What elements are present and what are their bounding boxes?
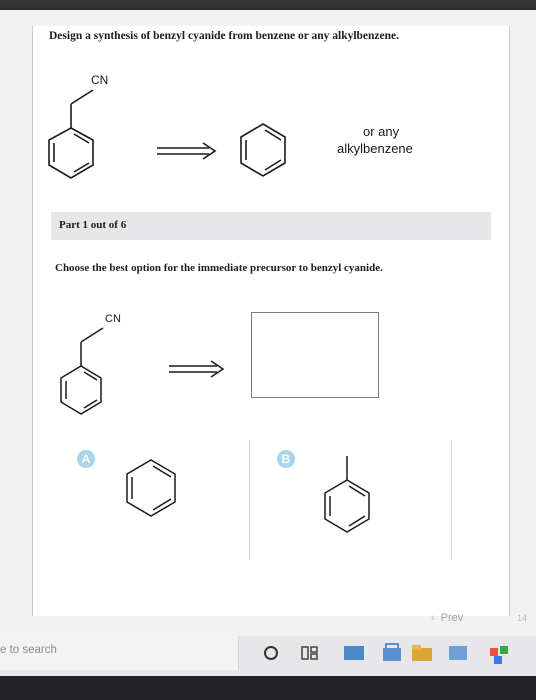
screen: Design a synthesis of benzyl cyanide fro…: [0, 10, 536, 640]
benzyl-cyanide-ring-2: [60, 365, 102, 415]
benzene-ring: [240, 123, 286, 177]
prev-link[interactable]: ‹ Prev: [431, 612, 463, 624]
taskbar-search[interactable]: e to search: [0, 636, 239, 670]
bezel-bottom: [0, 676, 536, 700]
question-panel: Design a synthesis of benzyl cyanide fro…: [32, 26, 527, 624]
alkylbenzene-label: alkylbenzene: [337, 141, 413, 156]
benzyl-cyanide-ring: [48, 127, 94, 179]
option-divider: [249, 440, 250, 560]
store-icon[interactable]: [380, 642, 404, 664]
or-any-label: or any: [363, 124, 400, 139]
question-text: Design a synthesis of benzyl cyanide fro…: [49, 30, 400, 42]
mail-icon[interactable]: [446, 642, 470, 664]
app-icon-1[interactable]: [342, 642, 366, 664]
app-icon-color[interactable]: [486, 642, 516, 668]
task-view-icon[interactable]: [300, 642, 320, 664]
part-bar: Part 1 out of 6: [51, 212, 491, 240]
option-divider-right: [451, 440, 452, 560]
chevron-left-icon: ‹: [431, 612, 435, 624]
page-number: 14: [517, 613, 528, 623]
cn-label-top: CN: [91, 73, 108, 87]
prev-label: Prev: [440, 612, 464, 624]
option-b-toluene[interactable]: [309, 442, 389, 552]
target-synthesis-diagram: CN or any alkylbenzene: [48, 73, 413, 179]
part-label: Part 1 out of 6: [59, 219, 127, 231]
taskbar: e to search: [0, 636, 536, 676]
search-placeholder: e to search: [0, 644, 57, 656]
option-a-benzene[interactable]: [113, 446, 193, 526]
cortana-icon[interactable]: [262, 642, 280, 664]
prompt-text: Choose the best option for the immediate…: [55, 262, 383, 274]
file-explorer-icon[interactable]: [410, 642, 434, 664]
option-a-badge[interactable]: A: [77, 450, 95, 468]
option-b-badge[interactable]: B: [277, 450, 295, 468]
cn-label-mid: CN: [105, 313, 121, 325]
answer-drop-box[interactable]: [251, 312, 379, 398]
